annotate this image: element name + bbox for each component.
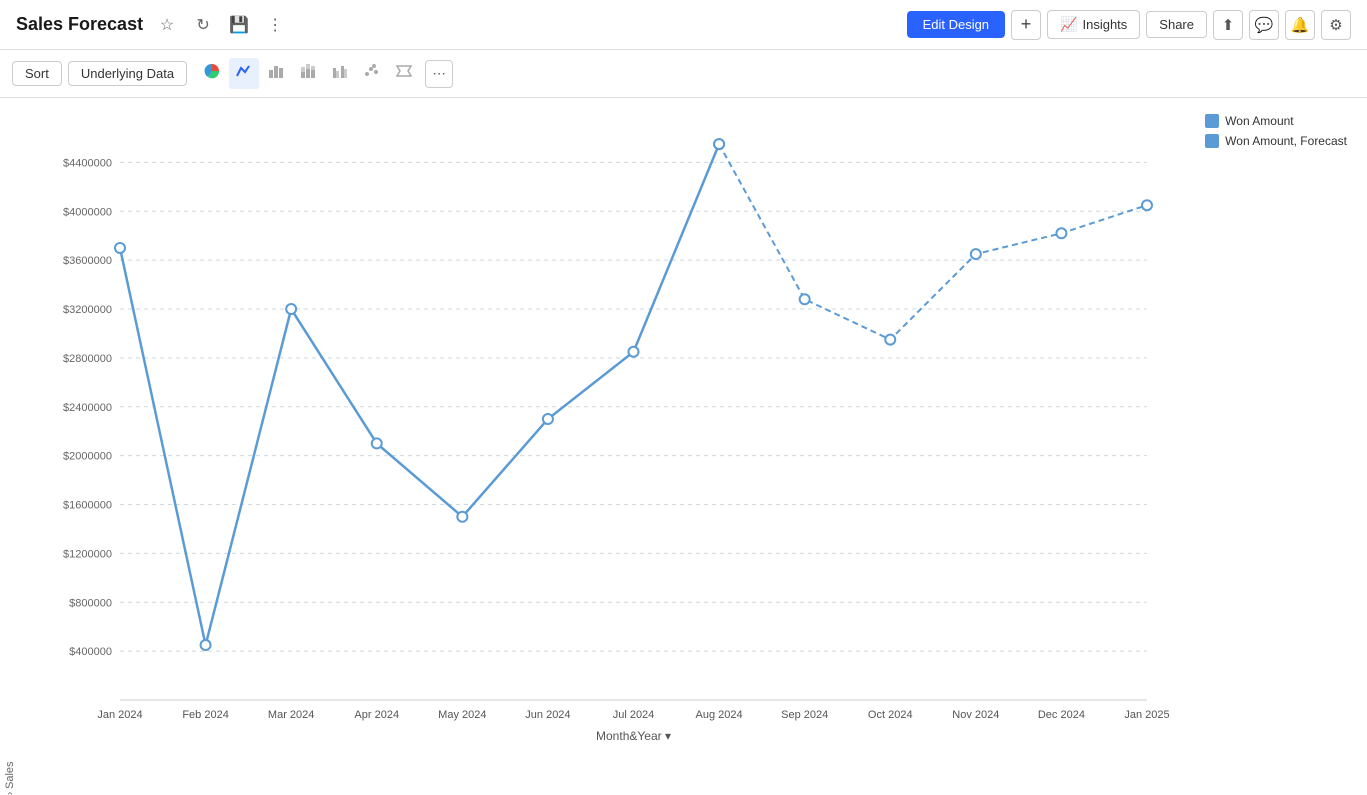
save-icon[interactable]: 💾 xyxy=(225,11,253,39)
svg-text:Jul 2024: Jul 2024 xyxy=(613,709,655,721)
svg-text:$3600000: $3600000 xyxy=(63,255,112,267)
chart-type-bar[interactable] xyxy=(261,58,291,89)
refresh-icon[interactable]: ↻ xyxy=(189,11,217,39)
sort-button[interactable]: Sort xyxy=(12,61,62,86)
edit-design-button[interactable]: Edit Design xyxy=(907,11,1005,38)
svg-text:$2400000: $2400000 xyxy=(63,402,112,414)
header-actions: Edit Design + 📈 Insights Share ⬆ 💬 🔔 ⚙ xyxy=(907,10,1351,40)
svg-text:Jan 2024: Jan 2024 xyxy=(97,709,142,721)
chart-container: › Sales Won Amount Won Amount, Forecast … xyxy=(0,98,1367,795)
svg-text:Dec 2024: Dec 2024 xyxy=(1038,709,1085,721)
svg-text:Oct 2024: Oct 2024 xyxy=(868,709,913,721)
svg-text:Aug 2024: Aug 2024 xyxy=(696,709,743,721)
svg-text:$2000000: $2000000 xyxy=(63,451,112,463)
chart-type-bar-grouped[interactable] xyxy=(325,58,355,89)
y-axis-label[interactable]: › Sales xyxy=(0,98,20,795)
chart-legend: Won Amount Won Amount, Forecast xyxy=(1205,114,1347,148)
insights-button[interactable]: 📈 Insights xyxy=(1047,10,1140,39)
insights-chart-icon: 📈 xyxy=(1060,16,1077,33)
underlying-data-button[interactable]: Underlying Data xyxy=(68,61,187,86)
funnel-icon xyxy=(395,62,413,80)
chart-type-pie[interactable] xyxy=(197,58,227,89)
more-chart-options-button[interactable]: ⋯ xyxy=(425,60,453,88)
more-options-icon[interactable]: ⋮ xyxy=(261,11,289,39)
chart-drawing-area: Won Amount Won Amount, Forecast $4400000… xyxy=(20,98,1367,795)
svg-text:Month&Year ▾: Month&Year ▾ xyxy=(596,729,671,743)
settings-icon[interactable]: ⚙ xyxy=(1321,10,1351,40)
favorite-icon[interactable]: ☆ xyxy=(153,11,181,39)
upload-icon[interactable]: ⬆ xyxy=(1213,10,1243,40)
share-button[interactable]: Share xyxy=(1146,11,1207,38)
legend-color-won-amount xyxy=(1205,114,1219,128)
stacked-bar-icon xyxy=(299,62,317,80)
chart-type-line[interactable] xyxy=(229,58,259,89)
toolbar: Sort Underlying Data xyxy=(0,50,1367,98)
alert-icon[interactable]: 🔔 xyxy=(1285,10,1315,40)
chart-type-selector xyxy=(197,58,419,89)
chart-type-bar-stacked[interactable] xyxy=(293,58,323,89)
svg-text:$1200000: $1200000 xyxy=(63,548,112,560)
svg-text:Mar 2024: Mar 2024 xyxy=(268,709,314,721)
svg-text:Sep 2024: Sep 2024 xyxy=(781,709,828,721)
bar-chart-icon xyxy=(267,62,285,80)
comment-icon[interactable]: 💬 xyxy=(1249,10,1279,40)
svg-text:Feb 2024: Feb 2024 xyxy=(182,709,228,721)
legend-color-forecast xyxy=(1205,134,1219,148)
pie-icon xyxy=(203,62,221,80)
add-button[interactable]: + xyxy=(1011,10,1041,40)
svg-text:Apr 2024: Apr 2024 xyxy=(354,709,399,721)
header-icon-group: ☆ ↻ 💾 ⋮ xyxy=(153,11,289,39)
grouped-bar-icon xyxy=(331,62,349,80)
line-chart-icon xyxy=(235,62,253,80)
chart-type-arrow[interactable] xyxy=(389,58,419,89)
svg-text:May 2024: May 2024 xyxy=(438,709,486,721)
legend-item-won-amount-forecast: Won Amount, Forecast xyxy=(1205,134,1347,148)
svg-text:$3200000: $3200000 xyxy=(63,304,112,316)
svg-text:$400000: $400000 xyxy=(69,646,112,658)
svg-text:$800000: $800000 xyxy=(69,597,112,609)
svg-text:$4000000: $4000000 xyxy=(63,206,112,218)
legend-item-won-amount: Won Amount xyxy=(1205,114,1347,128)
svg-text:Jan 2025: Jan 2025 xyxy=(1124,709,1169,721)
svg-text:Nov 2024: Nov 2024 xyxy=(952,709,999,721)
page-title: Sales Forecast xyxy=(16,14,143,35)
header: Sales Forecast ☆ ↻ 💾 ⋮ Edit Design + 📈 I… xyxy=(0,0,1367,50)
svg-text:Jun 2024: Jun 2024 xyxy=(525,709,570,721)
chart-type-scatter[interactable] xyxy=(357,58,387,89)
svg-text:$4400000: $4400000 xyxy=(63,157,112,169)
svg-text:$1600000: $1600000 xyxy=(63,500,112,512)
scatter-icon xyxy=(363,62,381,80)
svg-text:$2800000: $2800000 xyxy=(63,353,112,365)
